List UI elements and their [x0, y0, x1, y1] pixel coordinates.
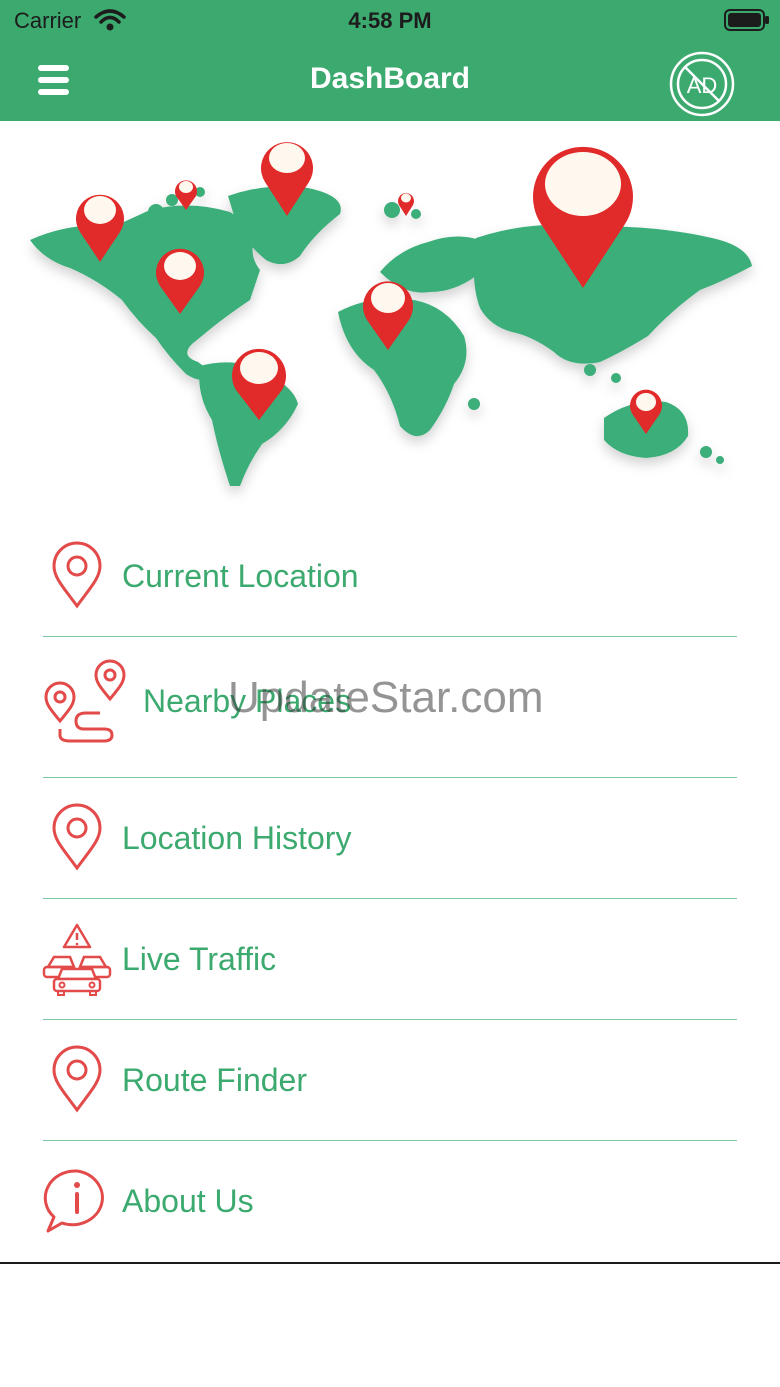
- menu-item-label: Location History: [122, 820, 352, 856]
- menu-item-label: Nearby Places: [143, 683, 352, 719]
- status-time: 4:58 PM: [348, 8, 432, 33]
- menu-item-live-traffic[interactable]: Live Traffic: [0, 899, 780, 1020]
- remove-ads-button[interactable]: AD: [668, 50, 736, 118]
- menu-item-label: About Us: [122, 1183, 254, 1219]
- menu-item-nearby-places[interactable]: Nearby Places: [0, 637, 780, 778]
- dashboard-menu: Current Location Nearby Places Location …: [0, 516, 780, 1262]
- menu-item-label: Route Finder: [122, 1062, 307, 1098]
- info-bubble-icon: [43, 1169, 104, 1233]
- menu-item-label: Current Location: [122, 558, 359, 594]
- location-pin-icon: [52, 541, 102, 609]
- bottom-divider: [0, 1262, 780, 1264]
- battery-icon: [724, 9, 769, 31]
- menu-item-route-finder[interactable]: Route Finder: [0, 1020, 780, 1141]
- app-header: Carrier 4:58 PM DashBoard AD: [0, 0, 780, 121]
- route-pins-icon: [44, 659, 126, 743]
- status-bar: Carrier 4:58 PM: [0, 0, 780, 40]
- traffic-cars-icon: [42, 923, 112, 996]
- location-pin-icon: [52, 1045, 102, 1113]
- menu-item-label: Live Traffic: [122, 941, 277, 977]
- navigation-bar: DashBoard AD: [0, 40, 780, 121]
- location-pin-icon: [52, 803, 102, 871]
- north-america-shape: [30, 205, 260, 380]
- menu-item-current-location[interactable]: Current Location: [0, 516, 780, 637]
- map-pin-icon: [175, 180, 197, 210]
- asia-shape: [473, 224, 752, 364]
- world-map-illustration: [30, 142, 752, 486]
- page-title: DashBoard: [309, 62, 471, 95]
- menu-item-location-history[interactable]: Location History: [0, 778, 780, 899]
- menu-item-about-us[interactable]: About Us: [0, 1141, 780, 1262]
- no-ads-icon: AD: [669, 51, 735, 117]
